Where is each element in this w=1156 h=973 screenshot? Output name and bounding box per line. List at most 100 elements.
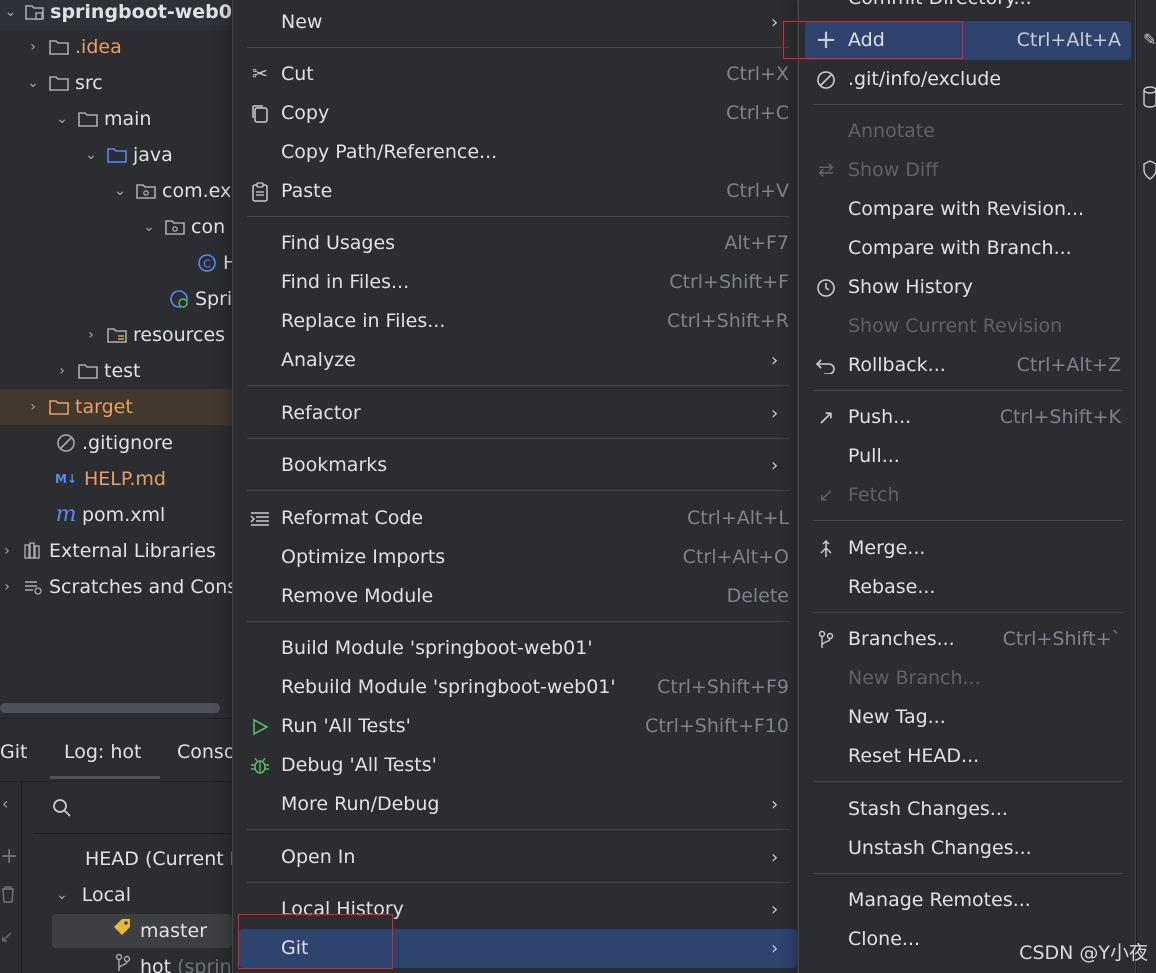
excluded-folder-icon: [48, 397, 70, 417]
chevron-right-icon: ›: [771, 403, 779, 424]
menu-item-unstash[interactable]: Unstash Changes...: [799, 829, 1135, 868]
menu-item-fetch[interactable]: ↙ Fetch: [799, 476, 1135, 515]
menu-item-stash[interactable]: Stash Changes...: [799, 790, 1135, 829]
right-tool-strip: ✎: [1136, 0, 1156, 973]
notifications-icon[interactable]: ✎: [1143, 30, 1156, 49]
module-folder-icon: [25, 2, 45, 22]
menu-item-bookmarks[interactable]: Bookmarks ›: [233, 446, 797, 485]
menu-item-cut[interactable]: ✂ Cut Ctrl+X: [233, 55, 797, 94]
tree-label: test: [104, 360, 141, 382]
menu-item-new-branch[interactable]: New Branch...: [799, 659, 1135, 698]
add-icon[interactable]: +: [0, 844, 18, 869]
tree-item-target[interactable]: › target: [0, 389, 232, 425]
menu-item-reset-head[interactable]: Reset HEAD...: [799, 737, 1135, 776]
tree-item-package[interactable]: ⌄ com.ex: [113, 173, 231, 209]
tree-item-application[interactable]: Spri: [168, 281, 232, 317]
branch-head[interactable]: HEAD (Current B: [85, 842, 232, 876]
menu-item-refactor[interactable]: Refactor ›: [233, 394, 797, 433]
menu-item-copy[interactable]: Copy Ctrl+C: [233, 94, 797, 133]
menu-item-annotate[interactable]: Annotate: [799, 112, 1135, 151]
tree-label: Scratches and Cons: [49, 576, 232, 598]
tree-item-pom[interactable]: m pom.xml: [55, 497, 166, 533]
tree-item-subpackage[interactable]: ⌄ con: [142, 209, 225, 245]
menu-item-compare-branch[interactable]: Compare with Branch...: [799, 229, 1135, 268]
menu-item-reformat-code[interactable]: Reformat Code Ctrl+Alt+L: [233, 499, 797, 538]
annotation-box-git: [238, 914, 393, 969]
tree-item-java[interactable]: ⌄ java: [84, 137, 173, 173]
menu-item-replace-in-files[interactable]: Replace in Files... Ctrl+Shift+R: [233, 302, 797, 341]
tab-log-hot[interactable]: Log: hot: [64, 737, 142, 767]
checkout-icon[interactable]: ↙: [0, 927, 13, 946]
chevron-right-icon: ›: [771, 455, 779, 476]
menu-item-new[interactable]: New ›: [233, 3, 797, 42]
menu-item-analyze[interactable]: Analyze ›: [233, 341, 797, 380]
tree-item-resources[interactable]: › resources: [84, 317, 225, 353]
copy-icon: [249, 103, 271, 125]
menu-item-merge[interactable]: Merge...: [799, 529, 1135, 568]
branch-hot[interactable]: hot (sprin: [114, 950, 232, 973]
separator: [247, 438, 789, 439]
menu-item-optimize-imports[interactable]: Optimize Imports Ctrl+Alt+O: [233, 538, 797, 577]
separator: [247, 385, 789, 386]
branch-search-row[interactable]: [34, 782, 232, 834]
shield-icon[interactable]: [1143, 160, 1156, 185]
menu-item-rebase[interactable]: Rebase...: [799, 568, 1135, 607]
rollback-icon: [815, 355, 837, 377]
menu-item-manage-remotes[interactable]: Manage Remotes...: [799, 881, 1135, 920]
menu-item-more-run-debug[interactable]: More Run/Debug ›: [233, 785, 797, 824]
menu-item-copy-path[interactable]: Copy Path/Reference...: [233, 133, 797, 172]
tree-item-test[interactable]: › test: [55, 353, 141, 389]
menu-item-find-in-files[interactable]: Find in Files... Ctrl+Shift+F: [233, 263, 797, 302]
trash-icon[interactable]: [0, 884, 16, 909]
horizontal-scrollbar[interactable]: [0, 703, 220, 713]
tab-git[interactable]: Git: [0, 737, 27, 767]
menu-item-find-usages[interactable]: Find Usages Alt+F7: [233, 224, 797, 263]
tree-item-class[interactable]: C H: [196, 245, 232, 281]
menu-item-show-current-revision[interactable]: Show Current Revision: [799, 307, 1135, 346]
menu-item-rebuild-module[interactable]: Rebuild Module 'springboot-web01' Ctrl+S…: [233, 668, 797, 707]
separator: [247, 621, 789, 622]
spring-class-icon: [168, 289, 190, 309]
branch-icon: [114, 950, 132, 973]
menu-item-commit-directory[interactable]: Commit Directory...: [799, 0, 1135, 18]
tree-item-help-md[interactable]: M↓ HELP.md: [53, 461, 166, 497]
context-menu: New › ✂ Cut Ctrl+X Copy Ctrl+C Copy Path…: [232, 0, 798, 973]
tree-item-src[interactable]: ⌄ src: [26, 65, 103, 101]
tree-item-main[interactable]: ⌄ main: [55, 101, 151, 137]
menu-item-branches[interactable]: Branches... Ctrl+Shift+`: [799, 620, 1135, 659]
ignore-icon: [815, 69, 837, 91]
menu-item-push[interactable]: ↗ Push... Ctrl+Shift+K: [799, 398, 1135, 437]
branch-master[interactable]: master: [52, 914, 232, 948]
menu-item-compare-revision[interactable]: Compare with Revision...: [799, 190, 1135, 229]
database-icon[interactable]: [1143, 86, 1156, 113]
tree-label: Spri: [195, 288, 232, 310]
menu-item-show-diff[interactable]: ⇄ Show Diff: [799, 151, 1135, 190]
menu-item-new-tag[interactable]: New Tag...: [799, 698, 1135, 737]
menu-item-debug-tests[interactable]: Debug 'All Tests': [233, 746, 797, 785]
tree-item-external-libraries[interactable]: › External Libraries: [0, 533, 216, 569]
tab-console[interactable]: Conso: [177, 737, 232, 767]
menu-item-paste[interactable]: Paste Ctrl+V: [233, 172, 797, 211]
menu-item-build-module[interactable]: Build Module 'springboot-web01': [233, 629, 797, 668]
chevron-down-icon: ⌄: [56, 111, 68, 127]
folder-icon: [77, 109, 99, 129]
menu-item-remove-module[interactable]: Remove Module Delete: [233, 577, 797, 616]
separator: [813, 390, 1123, 391]
menu-item-show-history[interactable]: Show History: [799, 268, 1135, 307]
menu-item-pull[interactable]: Pull...: [799, 437, 1135, 476]
tree-item-idea[interactable]: › .idea: [26, 29, 122, 65]
menu-item-open-in[interactable]: Open In ›: [233, 838, 797, 877]
project-tree: ⌄ springboot-web0 › .idea ⌄ src ⌄ main ⌄…: [0, 0, 232, 700]
branch-group-local[interactable]: ⌄ Local: [56, 878, 131, 912]
menu-item-run-tests[interactable]: Run 'All Tests' Ctrl+Shift+F10: [233, 707, 797, 746]
separator: [813, 781, 1123, 782]
chevron-right-icon: ›: [4, 579, 10, 595]
collapse-icon[interactable]: ‹: [2, 794, 8, 813]
menu-item-rollback[interactable]: Rollback... Ctrl+Alt+Z: [799, 346, 1135, 385]
search-icon[interactable]: [52, 798, 72, 823]
tree-item-root[interactable]: ⌄ springboot-web0: [0, 0, 232, 30]
menu-item-git-exclude[interactable]: .git/info/exclude: [799, 60, 1135, 99]
tree-item-scratches[interactable]: › Scratches and Cons: [0, 569, 232, 605]
tree-item-gitignore[interactable]: .gitignore: [55, 425, 173, 461]
git-submenu: Commit Directory... + Add Ctrl+Alt+A .gi…: [798, 0, 1136, 973]
